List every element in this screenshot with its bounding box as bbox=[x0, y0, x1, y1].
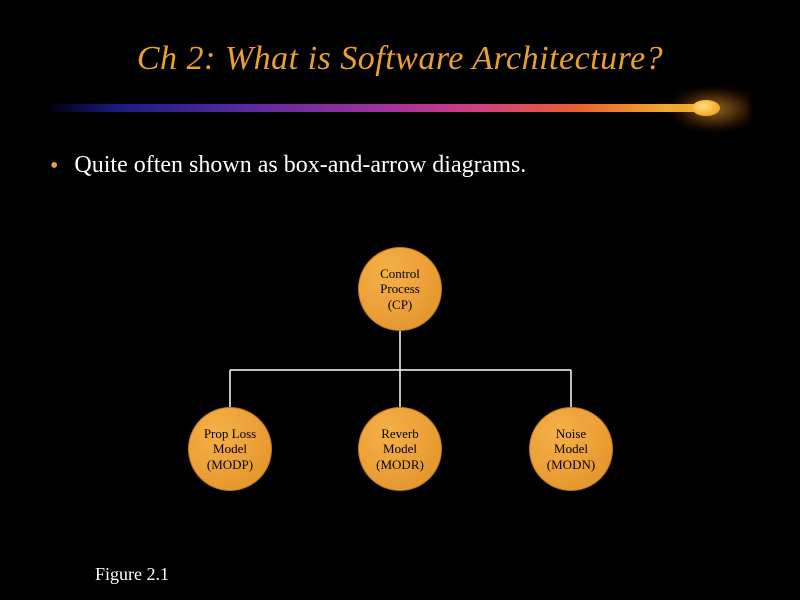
node-modr-line3: (MODR) bbox=[376, 457, 424, 472]
divider-tip bbox=[692, 100, 720, 116]
title-divider bbox=[50, 96, 750, 122]
node-cp-line1: Control bbox=[380, 266, 420, 281]
node-noise-model: Noise Model (MODN) bbox=[529, 407, 613, 491]
node-modp-line1: Prop Loss bbox=[204, 426, 256, 441]
node-reverb-model: Reverb Model (MODR) bbox=[358, 407, 442, 491]
diagram-area: Control Process (CP) Prop Loss Model (MO… bbox=[0, 235, 800, 555]
node-prop-loss-model: Prop Loss Model (MODP) bbox=[188, 407, 272, 491]
node-modp-line2: Model bbox=[213, 441, 247, 456]
bullet-icon: • bbox=[50, 152, 58, 180]
node-modn-line1: Noise bbox=[556, 426, 586, 441]
figure-label: Figure 2.1 bbox=[95, 564, 169, 585]
node-modn-line2: Model bbox=[554, 441, 588, 456]
bullet-row: • Quite often shown as box-and-arrow dia… bbox=[50, 152, 800, 180]
divider-gradient-bar bbox=[50, 104, 710, 112]
divider-glow bbox=[630, 88, 750, 148]
node-modr-line2: Model bbox=[383, 441, 417, 456]
node-modr-line1: Reverb bbox=[381, 426, 419, 441]
node-cp-line2: Process bbox=[380, 281, 420, 296]
bullet-text: Quite often shown as box-and-arrow diagr… bbox=[74, 152, 526, 179]
node-modn-line3: (MODN) bbox=[547, 457, 595, 472]
node-control-process: Control Process (CP) bbox=[358, 247, 442, 331]
node-cp-line3: (CP) bbox=[388, 297, 413, 312]
node-modp-line3: (MODP) bbox=[207, 457, 253, 472]
slide-title: Ch 2: What is Software Architecture? bbox=[0, 0, 800, 78]
